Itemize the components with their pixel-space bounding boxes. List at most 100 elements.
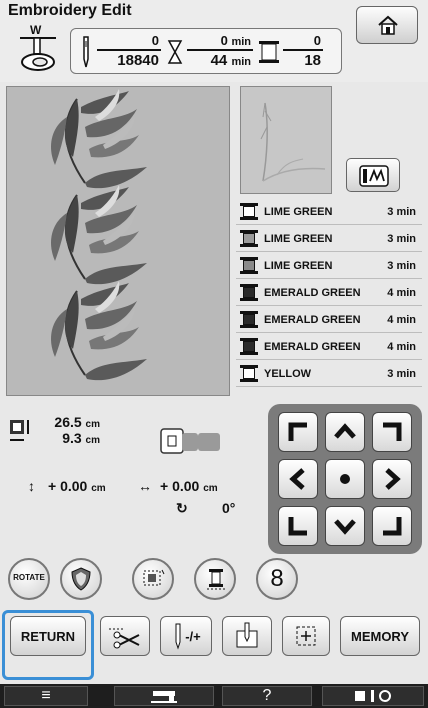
settings-button[interactable] (322, 686, 424, 706)
chevron-up-icon (334, 423, 356, 439)
move-down-right-button[interactable] (372, 506, 412, 546)
hoop-button[interactable] (346, 158, 400, 192)
thread-spool-icon (207, 569, 225, 590)
move-up-left-button[interactable] (278, 412, 318, 452)
presser-foot-label: W (30, 23, 42, 37)
start-point-icon (236, 622, 258, 648)
move-dpad (268, 404, 422, 554)
tension-button[interactable]: -/+ (160, 616, 212, 656)
help-icon: ? (262, 687, 272, 704)
start-point-button[interactable] (222, 616, 272, 656)
return-button[interactable]: RETURN (10, 616, 86, 656)
rotate-button[interactable]: ROTATE (8, 558, 50, 600)
thread-row[interactable]: EMERALD GREEN 4 min (236, 333, 422, 360)
rotate-label: ROTATE (13, 573, 45, 582)
thread-cut-button[interactable] (100, 616, 150, 656)
presser-foot-icon: W (20, 23, 56, 71)
center-dot-icon (340, 474, 350, 484)
move-right-button[interactable] (372, 459, 412, 499)
move-down-left-button[interactable] (278, 506, 318, 546)
preview-image (260, 102, 326, 182)
move-down-button[interactable] (325, 506, 365, 546)
stitch-counter-panel: 0 18840 0 min 44 min 0 18 (70, 28, 342, 74)
thread-row[interactable]: LIME GREEN 3 min (236, 198, 422, 225)
machine-button[interactable] (114, 686, 214, 706)
thread-spool-icon (259, 41, 279, 63)
menu-button[interactable]: ≡ (4, 686, 88, 706)
vertical-offset: + 0.00 cm (48, 478, 106, 494)
thread-row[interactable]: YELLOW 3 min (236, 360, 422, 387)
stitch-count: 0 18840 (97, 33, 161, 69)
thread-time: 4 min (387, 287, 416, 299)
thread-settings-button[interactable] (194, 558, 236, 600)
return-label: RETURN (20, 628, 76, 644)
move-up-button[interactable] (325, 412, 365, 452)
settings-icon (355, 690, 391, 702)
tension-label: -/+ (185, 628, 201, 644)
header-bar: Embroidery Edit W 0 18840 0 min 44 min 0… (0, 0, 428, 82)
thread-name: LIME GREEN (264, 260, 333, 272)
home-icon (378, 15, 398, 35)
footer-bar: ≡ ? (0, 684, 428, 708)
thread-spool-icon (240, 230, 258, 247)
thread-name: LIME GREEN (264, 206, 333, 218)
frame-trace-icon (296, 626, 316, 646)
corner-up-right-icon (383, 422, 402, 441)
thread-name: EMERALD GREEN (264, 287, 361, 299)
repeat-count-button[interactable]: 8 (256, 558, 298, 600)
corner-up-left-icon (288, 422, 307, 441)
thread-name: LIME GREEN (264, 233, 333, 245)
scissors-icon (109, 628, 140, 649)
thread-spool-icon (240, 284, 258, 301)
home-button[interactable] (356, 6, 418, 44)
horizontal-offset: + 0.00 cm (160, 478, 218, 494)
move-left-button[interactable] (278, 459, 318, 499)
menu-icon: ≡ (41, 687, 51, 704)
trial-button[interactable] (282, 616, 330, 656)
embroidery-design-area[interactable] (6, 86, 230, 396)
chevron-left-icon (289, 468, 305, 490)
position-readout: ↕ + 0.00 cm ↔ + 0.00 cm ↻ 0° (0, 474, 262, 528)
shield-icon (71, 567, 91, 591)
thread-time: 3 min (387, 233, 416, 245)
edit-color-button[interactable] (60, 558, 102, 600)
thread-row[interactable]: EMERALD GREEN 4 min (236, 279, 422, 306)
needle-icon (175, 623, 181, 650)
leaf-design-image (50, 89, 148, 382)
thread-preview (240, 86, 332, 194)
corner-down-left-icon (288, 517, 307, 536)
border-button[interactable] (132, 558, 174, 600)
hourglass-icon (167, 40, 183, 64)
thread-name: YELLOW (264, 368, 312, 380)
thread-row[interactable]: LIME GREEN 3 min (236, 252, 422, 279)
chevron-right-icon (385, 468, 401, 490)
memory-button[interactable]: MEMORY (340, 616, 420, 656)
chevron-down-icon (334, 519, 356, 535)
thread-time: 3 min (387, 206, 416, 218)
thread-time: 3 min (387, 260, 416, 272)
thread-name: EMERALD GREEN (264, 314, 361, 326)
thread-row[interactable]: EMERALD GREEN 4 min (236, 306, 422, 333)
rotation-angle: 0° (222, 500, 236, 516)
thread-spool-icon (240, 338, 258, 355)
thread-color-list[interactable]: LIME GREEN 3 min LIME GREEN 3 min LIME G… (236, 198, 422, 387)
rotation-icon: ↻ (176, 500, 188, 516)
time-count: 0 min 44 min (187, 33, 253, 69)
thread-spool-icon (240, 203, 258, 220)
page-title: Embroidery Edit (8, 2, 132, 19)
horizontal-move-icon: ↔ (138, 478, 152, 494)
center-button[interactable] (325, 459, 365, 499)
needle-icon (83, 36, 89, 68)
thread-row[interactable]: LIME GREEN 3 min (236, 225, 422, 252)
repeat-count: 8 (270, 565, 284, 592)
border-icon (143, 569, 165, 586)
help-button[interactable]: ? (222, 686, 312, 706)
color-count: 0 18 (283, 33, 323, 69)
thread-name: EMERALD GREEN (264, 341, 361, 353)
thread-time: 3 min (387, 368, 416, 380)
corner-down-right-icon (383, 517, 402, 536)
thread-time: 4 min (387, 341, 416, 353)
thread-spool-icon (240, 311, 258, 328)
move-up-right-button[interactable] (372, 412, 412, 452)
vertical-move-icon: ↕ (28, 478, 35, 494)
